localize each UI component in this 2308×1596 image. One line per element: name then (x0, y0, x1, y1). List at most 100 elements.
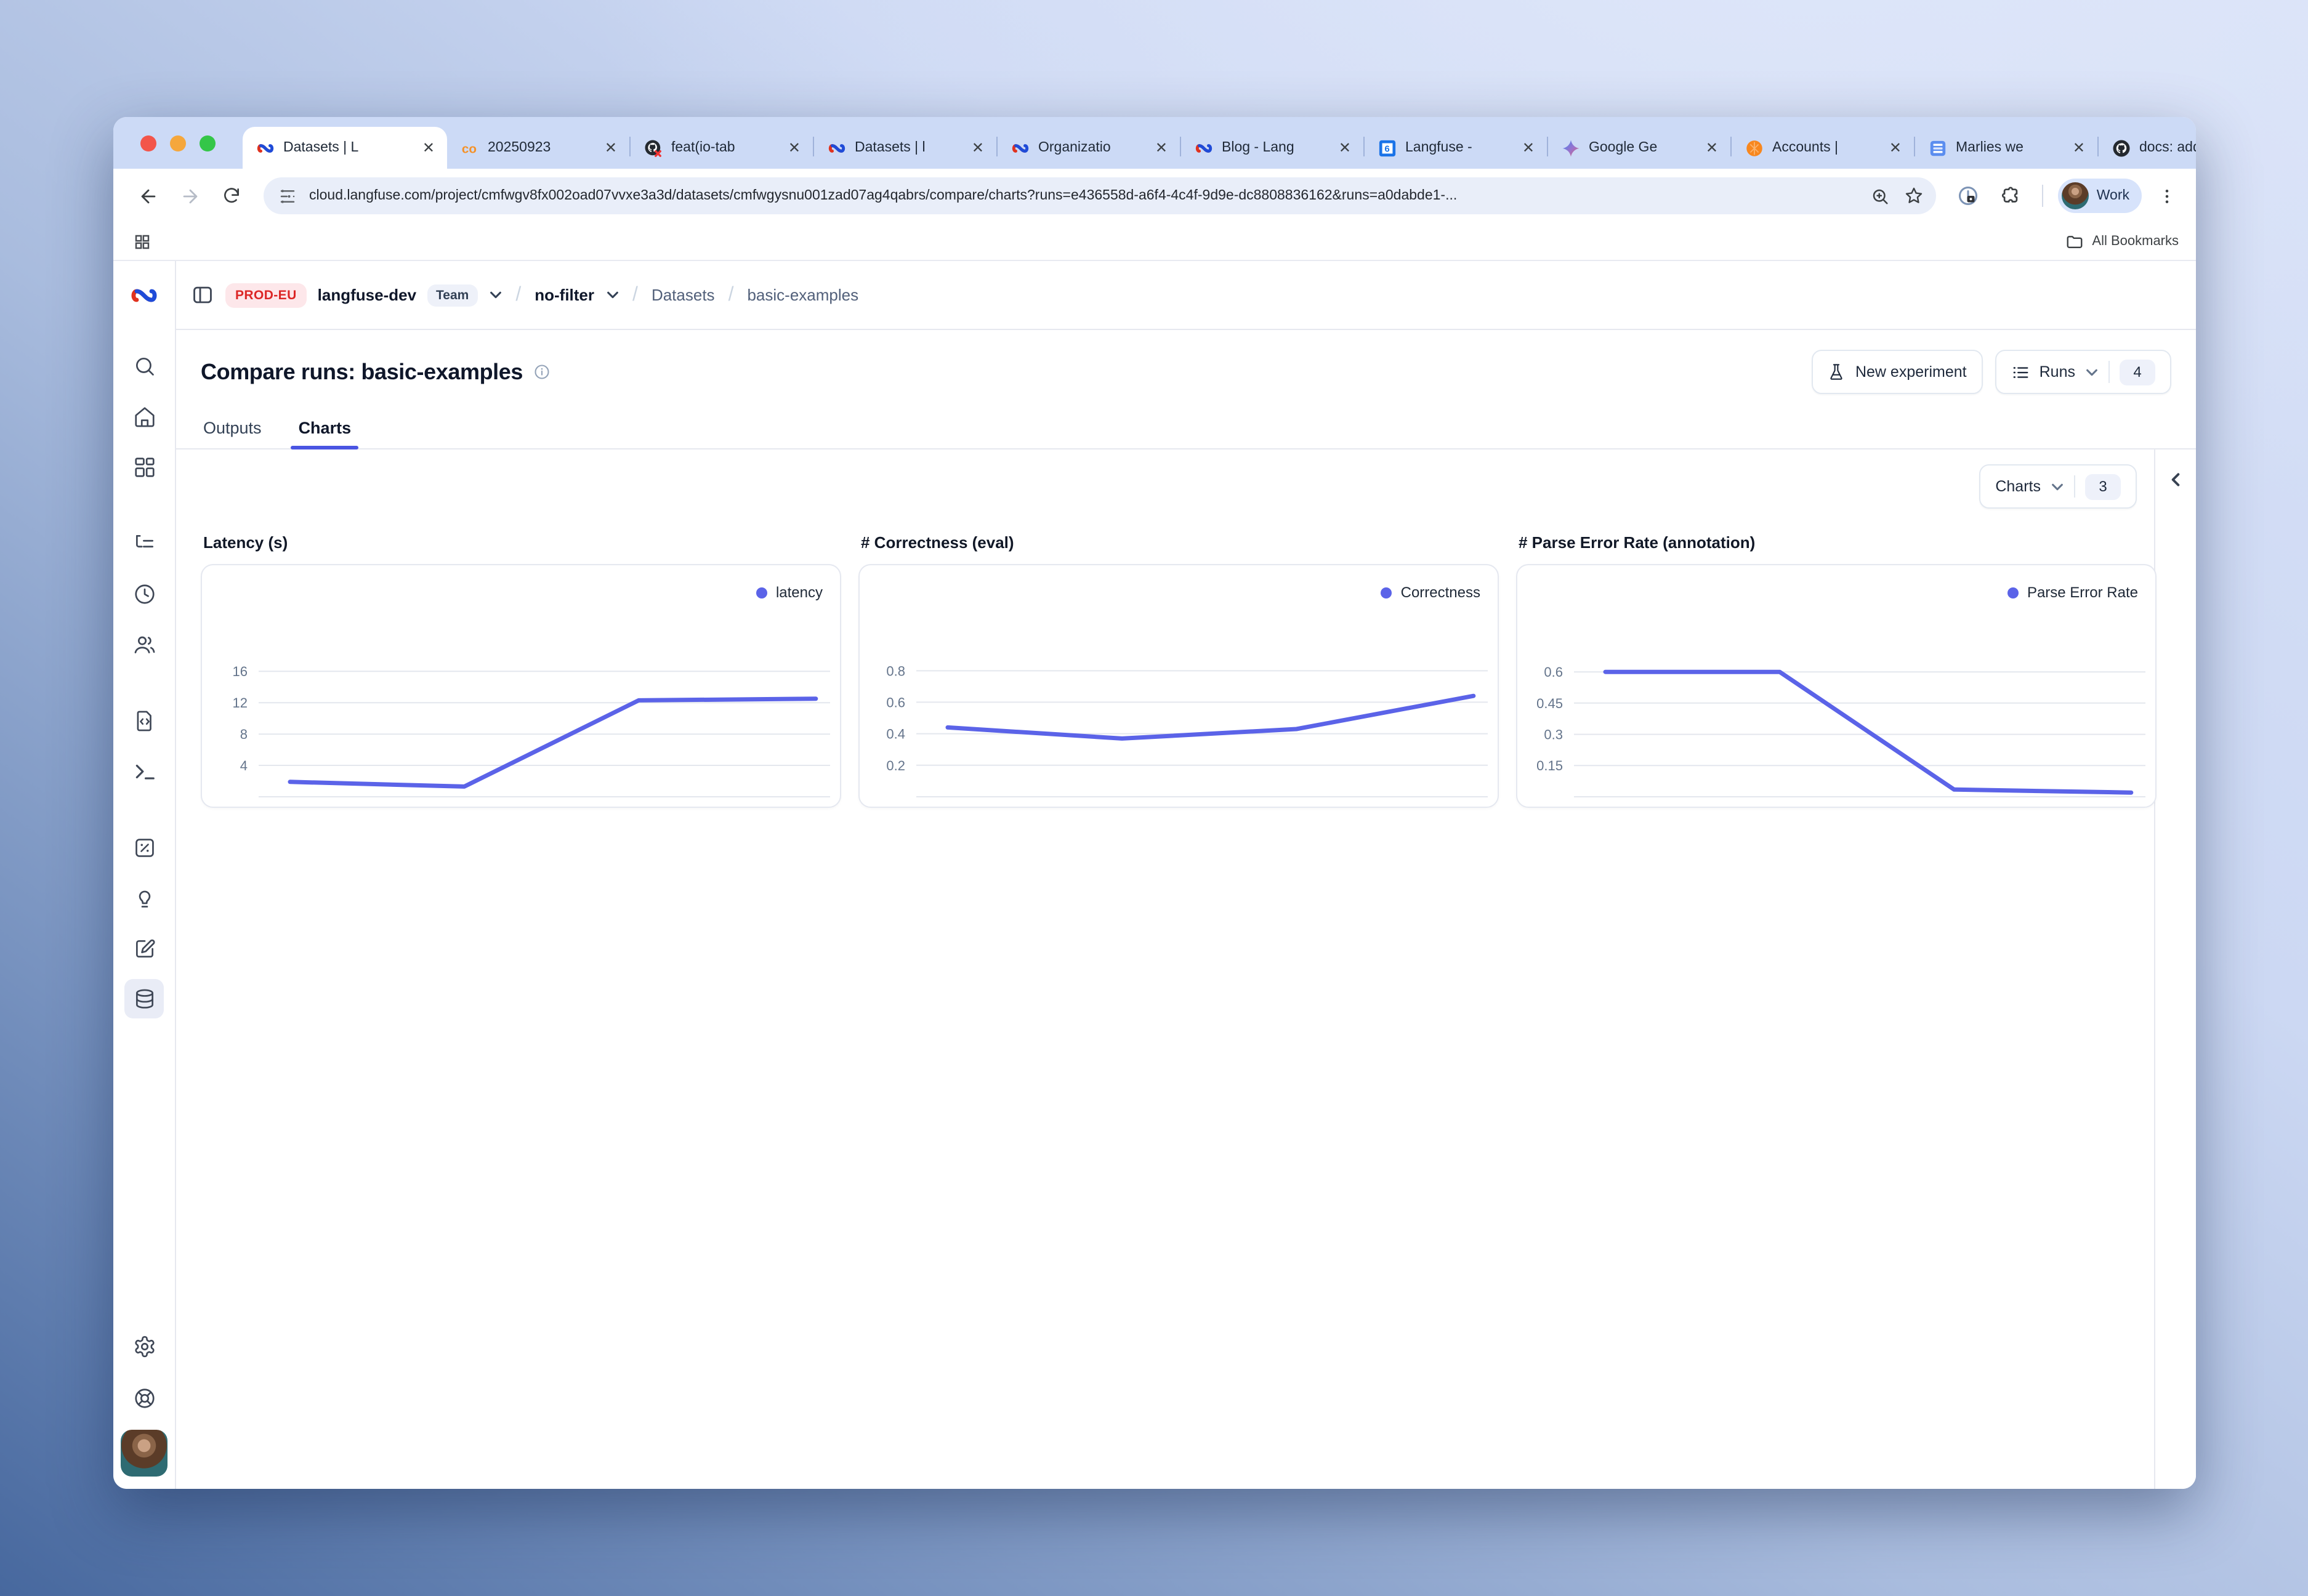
browser-tab[interactable]: feat(io-tab ✕ (631, 127, 813, 169)
tab-charts[interactable]: Charts (296, 411, 354, 448)
langfuse-favicon-icon (826, 138, 846, 158)
button-separator (2108, 361, 2110, 383)
insights-icon (132, 886, 156, 909)
extensions-icon[interactable] (1993, 179, 2028, 213)
sidebar-item-dashboard[interactable] (124, 447, 164, 486)
legend-dot-icon (1381, 587, 1392, 598)
close-tab-icon[interactable]: ✕ (1153, 139, 1170, 156)
project-switcher[interactable] (605, 288, 619, 302)
langfuse-favicon-icon (255, 138, 275, 158)
tab-title: Google Ge (1589, 140, 1695, 155)
info-icon[interactable] (533, 363, 550, 381)
close-tab-icon[interactable]: ✕ (1520, 139, 1537, 156)
browser-tabs: Datasets | L✕co20250923✕feat(io-tab✕Data… (243, 117, 2196, 169)
svg-text:8: 8 (240, 727, 248, 742)
sidebar-item-datasets[interactable] (124, 979, 164, 1018)
browser-tab[interactable]: Accounts | ✕ (1732, 127, 1914, 169)
sidebar-item-playground[interactable] (124, 751, 164, 791)
browser-tab[interactable]: 6Langfuse -✕ (1365, 127, 1547, 169)
password-manager-icon[interactable] (1951, 179, 1986, 213)
page-title: Compare runs: basic-examples (201, 359, 523, 385)
charts-dropdown-button[interactable]: Charts 3 (1979, 464, 2137, 509)
browser-tab[interactable]: docs: add g✕ (2099, 127, 2196, 169)
zoom-window-button[interactable] (200, 135, 216, 151)
sidebar-item-settings[interactable] (124, 1326, 164, 1366)
tab-title: feat(io-tab (671, 140, 777, 155)
playground-icon (132, 759, 156, 783)
page-content: Charts 3 Latency (s)481216latency# Corre… (176, 449, 2196, 1489)
org-switcher[interactable] (488, 288, 502, 302)
legend-label: Correctness (1401, 584, 1480, 601)
close-tab-icon[interactable]: ✕ (1703, 139, 1721, 156)
close-tab-icon[interactable]: ✕ (1887, 139, 1904, 156)
svg-text:0.4: 0.4 (886, 727, 905, 742)
forward-arrow-icon (179, 185, 200, 206)
site-settings-icon[interactable] (278, 187, 297, 205)
svg-text:0.6: 0.6 (1544, 664, 1563, 680)
back-button[interactable] (131, 179, 165, 213)
forward-button[interactable] (172, 179, 207, 213)
reload-button[interactable] (214, 179, 249, 213)
tab-title: Accounts | (1772, 140, 1878, 155)
bluelist-favicon-icon (1927, 138, 1947, 158)
browser-tab[interactable]: co20250923✕ (447, 127, 629, 169)
breadcrumb-datasets-link[interactable]: Datasets (652, 286, 715, 304)
profile-avatar (2062, 182, 2089, 209)
org-name[interactable]: langfuse-dev (318, 286, 416, 304)
bookmark-star-icon[interactable] (1905, 186, 1924, 206)
home-icon (132, 405, 156, 428)
sidebar-item-evaluation[interactable] (124, 828, 164, 867)
sidebar-item-annotation[interactable] (124, 929, 164, 968)
chart-column: # Parse Error Rate (annotation)0.150.30.… (1516, 523, 2154, 808)
user-avatar[interactable] (121, 1430, 167, 1477)
close-tab-icon[interactable]: ✕ (602, 139, 619, 156)
sidebar-item-support[interactable] (124, 1378, 164, 1417)
page-header: Compare runs: basic-examples New experim… (176, 330, 2196, 404)
sidebar-item-sessions[interactable] (124, 574, 164, 613)
browser-tab[interactable]: Organizatio✕ (998, 127, 1180, 169)
breadcrumb: PROD-EU langfuse-dev Team / no-filter / … (176, 261, 2196, 330)
close-tab-icon[interactable]: ✕ (420, 139, 437, 156)
address-bar[interactable]: cloud.langfuse.com/project/cmfwgv8fx002o… (264, 177, 1937, 214)
sidebar-item-prompts[interactable] (124, 701, 164, 740)
apps-grid-icon[interactable] (133, 232, 151, 251)
profile-name: Work (2097, 188, 2129, 203)
runs-button[interactable]: Runs 4 (1995, 350, 2171, 394)
langfuse-logo[interactable] (129, 261, 159, 329)
window-controls (113, 117, 243, 169)
sidebar-item-tracing[interactable] (124, 523, 164, 563)
github-x-favicon-icon (643, 138, 663, 158)
browser-profile-chip[interactable]: Work (2059, 179, 2142, 213)
sidebar-item-insights[interactable] (124, 878, 164, 917)
all-bookmarks-button[interactable]: All Bookmarks (2065, 232, 2179, 251)
sidebar-toggle-icon[interactable] (191, 283, 214, 307)
page-actions: New experiment Runs 4 (1812, 350, 2171, 394)
chart-title: # Correctness (eval) (861, 533, 1496, 552)
breadcrumb-dataset-link[interactable]: basic-examples (747, 286, 858, 304)
browser-tab[interactable]: Google Ge ✕ (1548, 127, 1730, 169)
url-text: cloud.langfuse.com/project/cmfwgv8fx002o… (309, 188, 1857, 203)
close-tab-icon[interactable]: ✕ (786, 139, 803, 156)
collapse-panel-button[interactable] (2161, 464, 2190, 494)
browser-tab[interactable]: Datasets | l✕ (814, 127, 996, 169)
sidebar-item-users[interactable] (124, 624, 164, 664)
browser-menu-button[interactable] (2149, 179, 2184, 213)
project-name[interactable]: no-filter (535, 286, 594, 304)
tab-title: docs: add g (2139, 140, 2196, 155)
close-tab-icon[interactable]: ✕ (1336, 139, 1354, 156)
browser-tab[interactable]: Marlies we✕ (1915, 127, 2097, 169)
sidebar-item-home[interactable] (124, 397, 164, 436)
tab-outputs[interactable]: Outputs (201, 411, 264, 448)
minimize-window-button[interactable] (170, 135, 186, 151)
close-tab-icon[interactable]: ✕ (2070, 139, 2088, 156)
close-tab-icon[interactable]: ✕ (969, 139, 987, 156)
browser-tab[interactable]: Blog - Lang✕ (1181, 127, 1363, 169)
browser-tab[interactable]: Datasets | L✕ (243, 127, 447, 169)
new-experiment-button[interactable]: New experiment (1812, 350, 1983, 394)
co-favicon-icon: co (459, 138, 479, 158)
app-main: PROD-EU langfuse-dev Team / no-filter / … (176, 261, 2196, 1489)
zoom-page-icon[interactable] (1871, 187, 1890, 205)
breadcrumb-separator: / (726, 284, 736, 306)
close-window-button[interactable] (140, 135, 156, 151)
sidebar-item-search[interactable] (124, 346, 164, 385)
